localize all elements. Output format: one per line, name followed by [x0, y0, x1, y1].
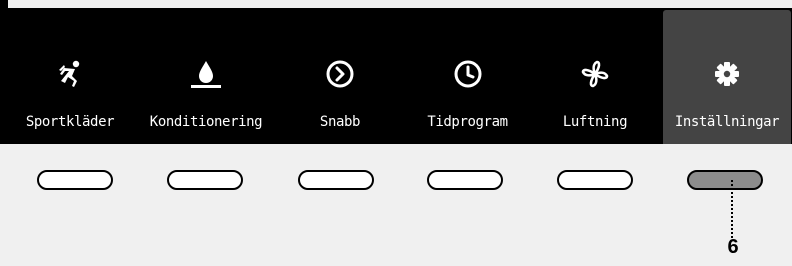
hardware-button-6[interactable] — [687, 170, 763, 190]
tab-installningar[interactable]: Inställningar — [663, 10, 791, 144]
gear-icon — [663, 58, 791, 90]
hardware-button-1[interactable] — [37, 170, 113, 190]
callout-leader-line — [731, 180, 733, 238]
tab-konditionering[interactable]: Konditionering — [140, 10, 272, 144]
hardware-button-5[interactable] — [557, 170, 633, 190]
flame-drop-icon — [140, 58, 272, 90]
tab-luftning[interactable]: Luftning — [545, 10, 645, 144]
hardware-button-4[interactable] — [427, 170, 503, 190]
fan-icon — [545, 58, 645, 90]
hardware-button-3[interactable] — [298, 170, 374, 190]
tab-label: Konditionering — [149, 114, 263, 130]
hardware-button-2[interactable] — [167, 170, 243, 190]
callout-number: 6 — [727, 236, 739, 258]
tab-label: Snabb — [319, 114, 361, 130]
clock-icon — [410, 58, 525, 90]
circle-arrow-right-icon — [295, 58, 385, 90]
tab-label: Tidprogram — [427, 114, 508, 130]
tab-tidprogram[interactable]: Tidprogram — [410, 10, 525, 144]
panel-top-edge — [8, 0, 792, 8]
tab-snabb[interactable]: Snabb — [295, 10, 385, 144]
tab-sportklader[interactable]: Sportkläder — [12, 10, 128, 144]
running-person-icon — [12, 58, 128, 90]
tab-label: Sportkläder — [25, 114, 115, 130]
tab-label: Inställningar — [674, 114, 780, 130]
tab-label: Luftning — [562, 114, 628, 130]
